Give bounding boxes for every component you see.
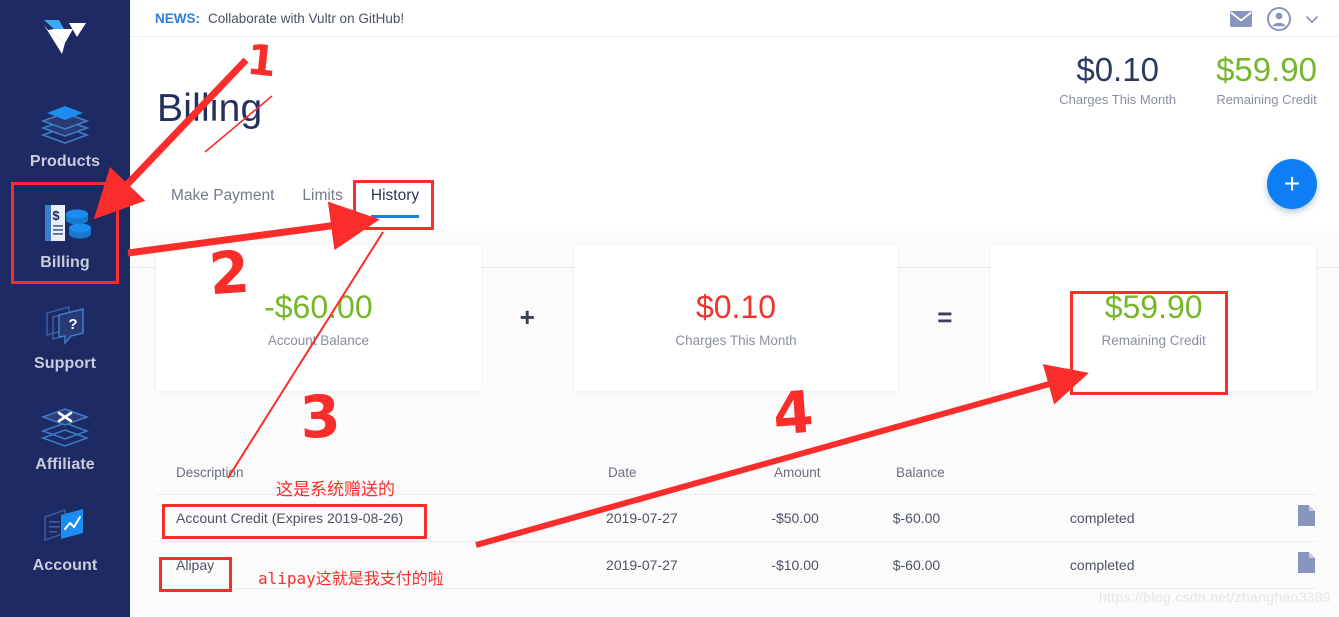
news-label: NEWS:: [155, 10, 200, 26]
stat-remaining-credit: $59.90 Remaining Credit: [1216, 49, 1317, 107]
app-root: Products $ Billing ? Support Affiliate A…: [0, 0, 1339, 617]
mail-icon[interactable]: [1229, 9, 1253, 29]
layers-question-icon: ?: [37, 301, 93, 349]
sidebar-item-label: Support: [33, 354, 97, 372]
card-label: Account Balance: [267, 333, 370, 348]
invoice-link[interactable]: [1269, 551, 1316, 579]
card-remaining-credit: $59.90 Remaining Credit: [991, 244, 1316, 391]
table-row[interactable]: Alipay 2019-07-27 -$10.00 $-60.00 comple…: [156, 542, 1316, 589]
column-header-amount: Amount: [774, 464, 821, 480]
stat-label: Charges This Month: [1059, 92, 1177, 107]
sidebar: Products $ Billing ? Support Affiliate A…: [0, 0, 130, 617]
tab-make-payment[interactable]: Make Payment: [157, 187, 288, 218]
main-content: NEWS: Collaborate with Vultr on GitHub!: [130, 0, 1339, 617]
news-bar: NEWS: Collaborate with Vultr on GitHub!: [130, 0, 1339, 37]
sidebar-item-label: Account: [32, 556, 98, 574]
chevron-down-icon[interactable]: [1305, 14, 1319, 24]
news-message[interactable]: Collaborate with Vultr on GitHub!: [208, 11, 404, 26]
sidebar-item-affiliate[interactable]: Affiliate: [0, 387, 130, 488]
stat-value: $0.10: [1076, 51, 1159, 88]
vultr-logo[interactable]: [34, 12, 96, 62]
plus-operator: +: [519, 302, 535, 332]
column-header-date: Date: [608, 464, 637, 480]
svg-text:$: $: [52, 208, 60, 223]
stat-label: Remaining Credit: [1216, 92, 1317, 107]
invoice-link[interactable]: [1269, 504, 1316, 532]
sidebar-item-label: Billing: [40, 253, 90, 271]
document-icon: [1297, 551, 1316, 579]
column-header-description: Description: [176, 464, 244, 480]
balance-summary: -$60.00 Account Balance + $0.10 Charges …: [156, 240, 1316, 395]
header-stats: $0.10 Charges This Month $59.90 Remainin…: [1059, 49, 1317, 107]
equals-operator: =: [937, 302, 953, 332]
card-label: Remaining Credit: [1101, 333, 1206, 348]
cell-amount: -$50.00: [771, 510, 819, 526]
watermark: https://blog.csdn.net/zhanghao3389: [1098, 589, 1331, 605]
svg-text:?: ?: [68, 316, 77, 333]
document-icon: [1297, 504, 1316, 532]
stat-charges-this-month: $0.10 Charges This Month: [1059, 49, 1176, 107]
stat-value: $59.90: [1216, 51, 1317, 88]
invoice-coins-icon: $: [37, 200, 93, 248]
cell-balance: $-60.00: [892, 510, 941, 526]
transactions-table: Description Date Amount Balance Account …: [156, 450, 1316, 589]
card-value: -$60.00: [264, 289, 373, 325]
tab-limits[interactable]: Limits: [288, 187, 356, 218]
header-panel: Billing $0.10 Charges This Month $59.90 …: [130, 37, 1339, 268]
table-row[interactable]: Account Credit (Expires 2019-08-26) 2019…: [156, 495, 1316, 542]
sidebar-item-products[interactable]: Products: [0, 84, 130, 185]
card-value: $59.90: [1104, 289, 1203, 325]
cell-date: 2019-07-27: [606, 510, 678, 526]
sidebar-item-support[interactable]: ? Support: [0, 286, 130, 387]
sidebar-item-label: Affiliate: [35, 455, 95, 473]
cell-amount: -$10.00: [771, 557, 819, 573]
layers-chart-icon: [37, 503, 93, 551]
topbar-actions: [1229, 0, 1319, 37]
cell-status: completed: [1069, 557, 1135, 573]
cell-description: Account Credit (Expires 2019-08-26): [176, 510, 404, 526]
sidebar-item-billing[interactable]: $ Billing: [0, 185, 130, 286]
cell-status: completed: [1069, 510, 1135, 526]
cell-balance: $-60.00: [892, 557, 941, 573]
card-value: $0.10: [695, 289, 777, 325]
account-circle-icon[interactable]: [1267, 6, 1291, 31]
plus-icon: +: [1283, 168, 1301, 199]
cell-date: 2019-07-27: [606, 557, 678, 573]
page-title: Billing: [157, 87, 263, 130]
cell-description: Alipay: [176, 557, 215, 573]
tab-history[interactable]: History: [357, 187, 433, 218]
card-charges-this-month: $0.10 Charges This Month: [573, 244, 899, 391]
layers-cube-icon: [37, 99, 93, 147]
billing-tabs: Make Payment Limits History: [157, 187, 433, 218]
add-credit-button[interactable]: +: [1267, 159, 1317, 209]
sidebar-item-label: Products: [29, 152, 101, 170]
card-account-balance: -$60.00 Account Balance: [156, 244, 481, 391]
card-label: Charges This Month: [675, 333, 797, 348]
column-header-balance: Balance: [896, 464, 945, 480]
table-header-row: Description Date Amount Balance: [156, 450, 1316, 495]
layers-x-icon: [37, 402, 93, 450]
sidebar-item-account[interactable]: Account: [0, 488, 130, 589]
